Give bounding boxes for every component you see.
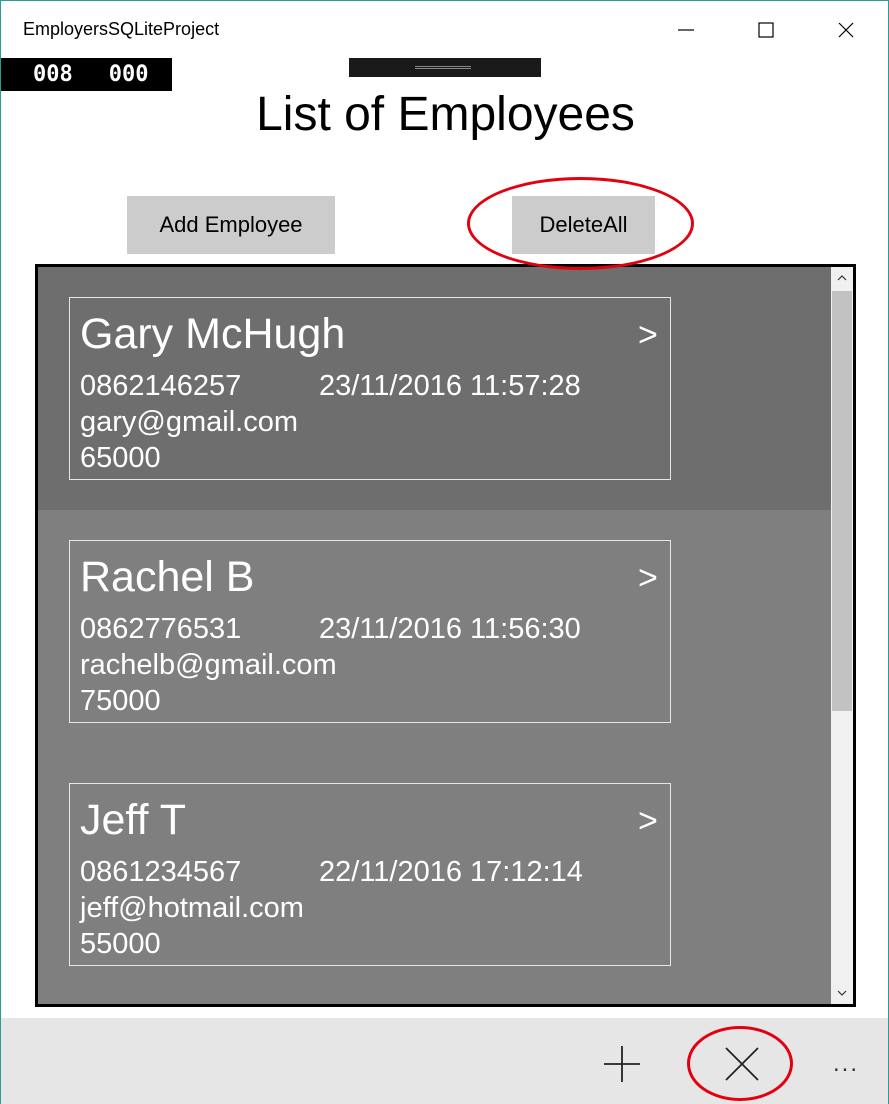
command-bar: ... <box>1 1018 888 1104</box>
command-delete-button[interactable] <box>712 1036 772 1092</box>
frame-counter-value-a: 008 <box>33 62 73 87</box>
maximize-icon <box>758 22 774 38</box>
scroll-down-button[interactable] <box>831 982 853 1004</box>
employee-email: jeff@hotmail.com <box>80 892 304 924</box>
app-window: EmployersSQLiteProject 008 000 List of E… <box>0 0 889 1104</box>
vertical-scrollbar[interactable] <box>831 267 853 1004</box>
chevron-up-icon <box>837 275 847 281</box>
maximize-button[interactable] <box>743 9 789 51</box>
employee-card[interactable]: Gary McHugh > 0862146257 23/11/2016 11:5… <box>69 297 671 480</box>
window-close-button[interactable] <box>823 9 869 51</box>
delete-all-button[interactable]: DeleteAll <box>512 196 655 254</box>
minimize-icon <box>678 29 694 31</box>
employee-phone: 0862776531 <box>80 613 242 645</box>
employee-salary: 75000 <box>80 685 161 717</box>
list-item[interactable]: Jeff T > 0861234567 22/11/2016 17:12:14 … <box>38 753 831 996</box>
title-bar[interactable]: EmployersSQLiteProject <box>1 1 888 59</box>
app-title: EmployersSQLiteProject <box>23 19 220 39</box>
list-item[interactable]: Rachel B > 0862776531 23/11/2016 11:56:3… <box>38 510 831 753</box>
close-icon <box>838 22 854 38</box>
employee-card[interactable]: Rachel B > 0862776531 23/11/2016 11:56:3… <box>69 540 671 723</box>
command-add-button[interactable] <box>592 1036 652 1092</box>
minimize-button[interactable] <box>663 9 709 51</box>
cancel-icon <box>725 1047 759 1081</box>
debug-toolbar-grip[interactable] <box>415 66 471 69</box>
plus-icon <box>604 1046 640 1082</box>
scroll-thumb[interactable] <box>832 291 852 711</box>
scroll-up-button[interactable] <box>831 267 853 289</box>
frame-counter-value-b: 000 <box>108 62 149 87</box>
list-item[interactable]: Gary McHugh > 0862146257 23/11/2016 11:5… <box>38 267 831 510</box>
debug-toolbar[interactable] <box>349 58 541 77</box>
employee-phone: 0861234567 <box>80 856 242 888</box>
employee-card[interactable]: Jeff T > 0861234567 22/11/2016 17:12:14 … <box>69 783 671 966</box>
employee-list[interactable]: Gary McHugh > 0862146257 23/11/2016 11:5… <box>35 264 856 1007</box>
employee-date: 23/11/2016 11:57:28 <box>319 370 581 402</box>
employee-date: 22/11/2016 17:12:14 <box>319 856 583 888</box>
chevron-down-icon <box>837 990 847 996</box>
employee-name: Jeff T <box>80 796 186 844</box>
add-employee-button[interactable]: Add Employee <box>127 196 335 254</box>
employee-phone: 0862146257 <box>80 370 242 402</box>
more-options-button[interactable]: ... <box>816 1036 876 1092</box>
employee-date: 23/11/2016 11:56:30 <box>319 613 581 645</box>
page-title: List of Employees <box>256 88 635 141</box>
employee-salary: 65000 <box>80 442 161 474</box>
employee-name: Gary McHugh <box>80 310 346 358</box>
chevron-right-icon[interactable]: > <box>638 802 658 841</box>
chevron-right-icon[interactable]: > <box>638 316 658 355</box>
chevron-right-icon[interactable]: > <box>638 559 658 598</box>
employee-salary: 55000 <box>80 928 161 960</box>
employee-name: Rachel B <box>80 553 255 601</box>
employee-email: rachelb@gmail.com <box>80 649 337 681</box>
employee-email: gary@gmail.com <box>80 406 298 438</box>
